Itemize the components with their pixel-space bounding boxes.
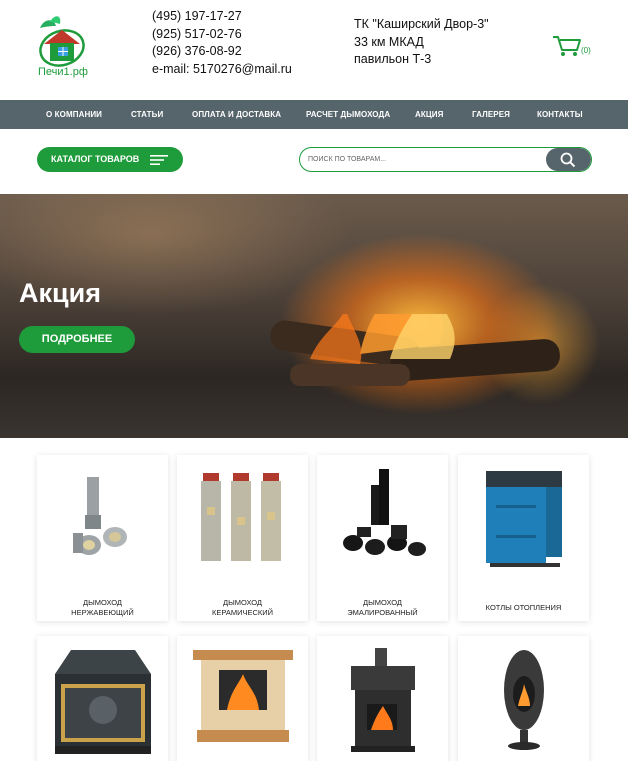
- address-line-3: павильон Т-3: [354, 52, 432, 66]
- nav-item-payment-delivery[interactable]: Оплата и доставка: [192, 110, 281, 119]
- search-icon: [560, 152, 576, 168]
- boiler-image: [486, 471, 562, 567]
- logo-text: Печи1.рф: [38, 66, 88, 78]
- product-caption-line1: Дымоход: [223, 598, 262, 607]
- product-card-fireplace[interactable]: [177, 636, 308, 761]
- product-caption-line1: Дымоход: [363, 598, 402, 607]
- menu-icon: [150, 155, 168, 165]
- nav-item-gallery[interactable]: Галерея: [472, 110, 510, 119]
- product-card-enamel-chimney[interactable]: Дымоход эмалированный: [317, 455, 448, 621]
- product-card-sauna-stove[interactable]: [317, 636, 448, 761]
- sauna-stove-image: [351, 648, 415, 752]
- product-card-fireplace-insert[interactable]: [37, 636, 168, 761]
- nav-item-articles[interactable]: Статьи: [131, 110, 163, 119]
- nav-item-promo[interactable]: Акция: [415, 110, 444, 119]
- site-header: Печи1.рф (495) 197-17-27 (925) 517-02-76…: [0, 0, 628, 100]
- product-card-suspended-fireplace[interactable]: [458, 636, 589, 761]
- phone-3[interactable]: (926) 376-08-92: [152, 43, 292, 61]
- house-logo-icon: [39, 16, 85, 67]
- email-link[interactable]: e-mail: 5170276@mail.ru: [152, 61, 292, 79]
- product-caption-line1: Дымоход: [83, 598, 122, 607]
- nav-item-chimney-calc[interactable]: Расчет дымохода: [306, 110, 390, 119]
- phone-1[interactable]: (495) 197-17-27: [152, 8, 292, 26]
- stainless-chimney-image: [73, 477, 127, 555]
- address-block: ТК "Каширский Двор-3" 33 км МКАД павильо…: [354, 16, 489, 69]
- product-caption-line2: нержавеющий: [71, 608, 134, 617]
- nav-item-about[interactable]: О компании: [46, 110, 102, 119]
- search-button[interactable]: [546, 148, 591, 171]
- enamel-chimney-image: [343, 469, 426, 556]
- product-card-ceramic-chimney[interactable]: Дымоход керамический: [177, 455, 308, 621]
- fireplace-image: [193, 650, 293, 742]
- contact-block: (495) 197-17-27 (925) 517-02-76 (926) 37…: [152, 8, 292, 78]
- nav-item-contacts[interactable]: Контакты: [537, 110, 583, 119]
- address-line-1: ТК "Каширский Двор-3": [354, 17, 489, 31]
- catalog-button[interactable]: Каталог товаров: [37, 147, 183, 172]
- cart-count: (0): [581, 46, 591, 55]
- search-box: [299, 147, 592, 172]
- main-nav: О компании Статьи Оплата и доставка Расч…: [0, 100, 628, 129]
- fireplace-insert-image: [55, 650, 151, 754]
- search-input[interactable]: [300, 148, 548, 171]
- product-caption-line2: Котлы отопления: [485, 603, 562, 612]
- banner-title: Акция: [19, 278, 101, 308]
- fire-logs-image: [270, 314, 560, 386]
- banner-more-button[interactable]: Подробнее: [19, 326, 135, 353]
- cart-icon[interactable]: [552, 34, 582, 58]
- product-caption-line2: керамический: [211, 608, 274, 617]
- address-line-2: 33 км МКАД: [354, 34, 424, 49]
- product-caption-line2: эмалированный: [347, 608, 418, 617]
- product-card-stainless-chimney[interactable]: Дымоход нержавеющий: [37, 455, 168, 621]
- phone-2[interactable]: (925) 517-02-76: [152, 26, 292, 44]
- suspended-fireplace-image: [504, 650, 544, 750]
- promo-banner: Акция Подробнее: [0, 194, 628, 438]
- product-card-boilers[interactable]: Котлы отопления: [458, 455, 589, 621]
- ceramic-chimney-image: [201, 473, 281, 561]
- catalog-button-label: Каталог товаров: [51, 154, 140, 164]
